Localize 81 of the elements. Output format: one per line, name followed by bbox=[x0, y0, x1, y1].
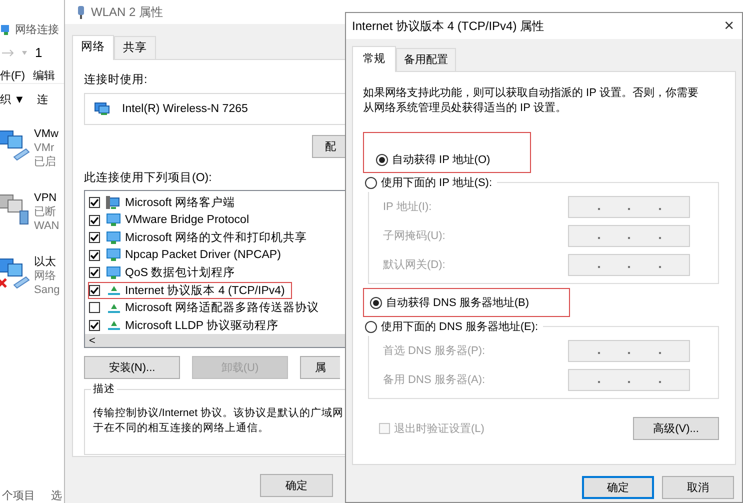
item-label: Microsoft 网络客户端 bbox=[125, 195, 235, 210]
toolbar-button[interactable]: 连 bbox=[36, 92, 48, 107]
checkbox[interactable] bbox=[89, 320, 100, 331]
list-item[interactable]: Microsoft 网络适配器多路传送器协议 bbox=[88, 299, 326, 317]
status-text: 个项目 bbox=[2, 489, 35, 503]
item-label: Internet 协议版本 4 (TCP/IPv4) bbox=[125, 283, 285, 298]
close-button[interactable]: × bbox=[724, 16, 734, 36]
window-title: Internet 协议版本 4 (TCP/IPv4) 属性 bbox=[352, 18, 544, 34]
dialog-button[interactable]: 确定 bbox=[582, 476, 654, 499]
checkbox-label: 退出时验证设置(L) bbox=[394, 422, 484, 436]
dialog-button[interactable]: 取消 bbox=[662, 476, 734, 499]
field-label: IP 地址(I): bbox=[383, 200, 432, 214]
intro-text: 如果网络支持此功能，则可以获取自动指派的 IP 设置。否则，你需要从网络系统管理员处获得适当的 IP 设置。 bbox=[363, 86, 700, 116]
advanced-button[interactable]: 高级(V)... bbox=[633, 417, 719, 440]
checkbox[interactable] bbox=[89, 197, 100, 208]
checkbox[interactable] bbox=[89, 267, 100, 278]
tab[interactable]: 共享 bbox=[114, 36, 156, 59]
item-label: Npcap Packet Driver (NPCAP) bbox=[125, 249, 281, 262]
radio-button[interactable]: 使用下面的 IP 地址(S): bbox=[364, 173, 494, 192]
radio-button[interactable]: 自动获得 IP 地址(O) bbox=[363, 132, 532, 173]
item-label: Microsoft 网络适配器多路传送器协议 bbox=[125, 300, 319, 316]
description-text: 于在不同的相互连接的网络上通信。 bbox=[93, 421, 270, 436]
dialog-button[interactable]: 属 bbox=[300, 356, 340, 379]
checkbox[interactable] bbox=[89, 284, 100, 296]
item-label: VMware Bridge Protocol bbox=[125, 214, 249, 226]
connection-name: VMw bbox=[34, 127, 58, 141]
connection-name: 以太 bbox=[34, 255, 57, 269]
network-icon bbox=[0, 24, 12, 36]
radio-button[interactable]: 自动获得 DNS 服务器地址(B) bbox=[363, 288, 570, 317]
field-label: 默认网关(D): bbox=[383, 258, 446, 272]
description-text: 传输控制协议/Internet 协议。该协议是默认的广域网 bbox=[93, 406, 344, 421]
computer-icon bbox=[106, 213, 122, 228]
checkbox[interactable] bbox=[89, 214, 100, 226]
field-label: 此连接使用下列项目(O): bbox=[84, 170, 213, 185]
list-item[interactable]: Npcap Packet Driver (NPCAP) bbox=[88, 246, 288, 264]
configure-button[interactable]: 配 bbox=[312, 135, 346, 158]
ok-button[interactable]: 确定 bbox=[260, 474, 333, 497]
item-label: Microsoft LLDP 协议驱动程序 bbox=[125, 318, 279, 333]
connection-detail: Sang bbox=[34, 283, 60, 297]
network-adapter-icon bbox=[77, 6, 85, 18]
checkbox[interactable] bbox=[89, 302, 100, 314]
toolbar-button[interactable]: 织 ▼ bbox=[0, 92, 25, 107]
checkbox[interactable] bbox=[89, 232, 100, 244]
field-label: 连接时使用: bbox=[84, 74, 148, 86]
connection-detail: WAN bbox=[34, 219, 60, 233]
field-label: 备用 DNS 服务器(A): bbox=[383, 373, 486, 387]
item-label: Microsoft 网络的文件和打印机共享 bbox=[125, 230, 307, 246]
list-item[interactable]: Internet 协议版本 4 (TCP/IPv4) bbox=[88, 282, 292, 300]
connection-detail: 已启 bbox=[34, 155, 57, 169]
address-text: 1 bbox=[35, 45, 42, 60]
list-item[interactable]: Microsoft 网络的文件和打印机共享 bbox=[88, 229, 314, 247]
dialog-button[interactable]: 安装(N)... bbox=[84, 356, 180, 379]
list-item[interactable]: VMware Bridge Protocol bbox=[88, 212, 256, 230]
list-item[interactable]: Microsoft 网络客户端 bbox=[88, 194, 242, 212]
connection-detail: 已断 bbox=[34, 205, 57, 219]
adapter-name: Intel(R) Wireless-N 7265 bbox=[122, 103, 248, 115]
item-label: QoS 数据包计划程序 bbox=[125, 265, 236, 280]
scroll-arrow[interactable]: < bbox=[89, 334, 96, 347]
computer-icon bbox=[106, 196, 122, 210]
connection-detail: VMr bbox=[34, 141, 56, 155]
network-adapter-icon bbox=[94, 102, 110, 116]
window-title: WLAN 2 属性 bbox=[91, 4, 164, 20]
list-item[interactable]: Microsoft LLDP 协议驱动程序 bbox=[88, 316, 286, 334]
menu-item[interactable]: 件(F) bbox=[0, 68, 26, 83]
connection-name: VPN bbox=[34, 191, 58, 205]
tab[interactable]: 备用配置 bbox=[396, 48, 456, 71]
menu-item[interactable]: 编辑 bbox=[33, 68, 56, 83]
status-text: 选 bbox=[51, 489, 62, 503]
computer-icon bbox=[106, 230, 122, 245]
list-item[interactable]: QoS 数据包计划程序 bbox=[88, 264, 242, 282]
scrollbar[interactable]: < bbox=[85, 334, 346, 348]
field-label: 子网掩码(U): bbox=[383, 229, 446, 243]
tab[interactable]: 网络 bbox=[72, 35, 114, 60]
checkbox[interactable] bbox=[89, 250, 100, 261]
connection-detail: 网络 bbox=[34, 269, 57, 283]
field-label: 首选 DNS 服务器(P): bbox=[383, 344, 486, 358]
computer-icon bbox=[106, 266, 122, 280]
window-title: 网络连接 bbox=[15, 22, 59, 37]
radio-button[interactable]: 使用下面的 DNS 服务器地址(E): bbox=[364, 317, 540, 336]
tab[interactable]: 常规 bbox=[352, 46, 396, 72]
computer-icon bbox=[106, 248, 122, 262]
